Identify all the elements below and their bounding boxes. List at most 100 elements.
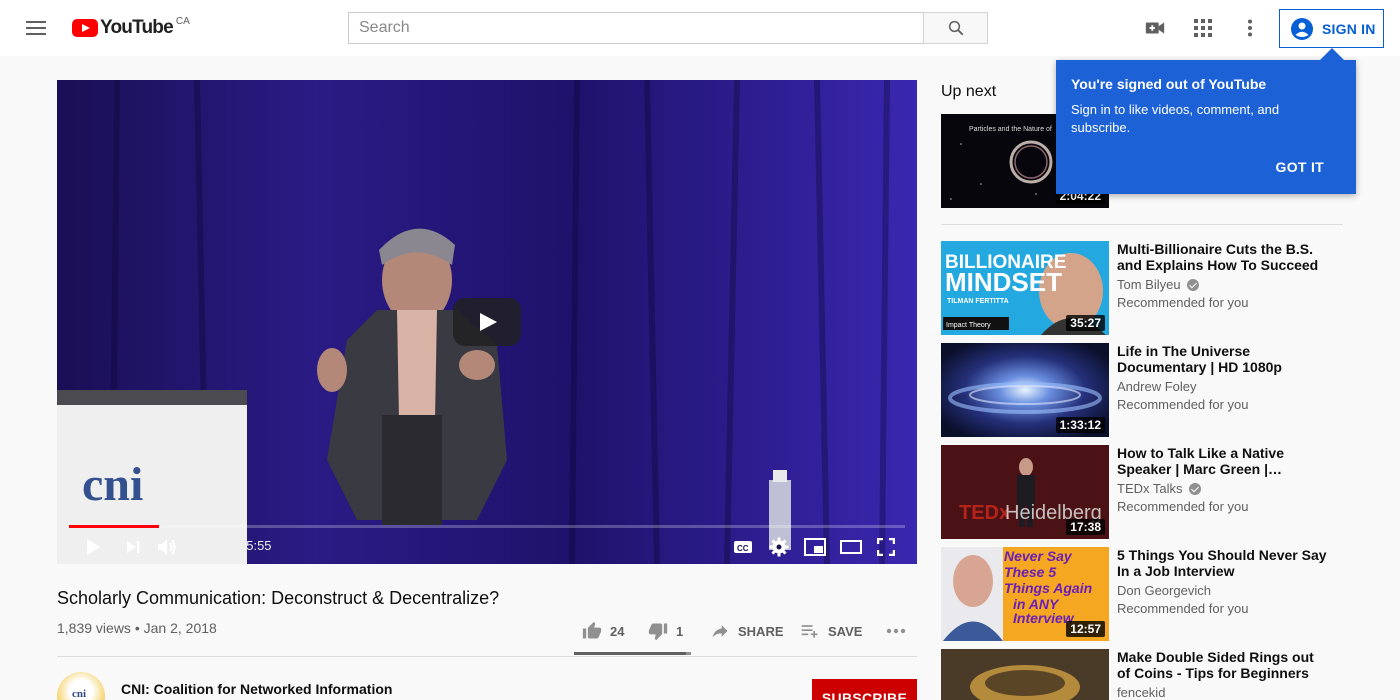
- rec-meta: Recommended for you: [1117, 601, 1249, 616]
- video-title: Scholarly Communication: Deconstruct & D…: [57, 588, 500, 608]
- rec-channel: TEDx Talks: [1117, 481, 1327, 496]
- subscribe-button[interactable]: SUBSCRIBE: [812, 679, 917, 700]
- recommended-item-3[interactable]: How to Talk Like a Native Speaker | Marc…: [1117, 445, 1327, 514]
- rec-channel: Tom Bilyeu: [1117, 277, 1327, 292]
- rec-meta: Recommended for you: [1117, 295, 1249, 310]
- captions-icon[interactable]: CC: [733, 536, 753, 558]
- thumbnail-rec-1[interactable]: BILLIONAIRE MINDSET TILMAN FERTITTA Impa…: [941, 241, 1109, 335]
- recommended-item-4[interactable]: 5 Things You Should Never Say In a Job I…: [1117, 547, 1327, 616]
- thumbnail-tedx: TEDx: [959, 502, 1010, 524]
- youtube-play-icon: [72, 19, 98, 37]
- sign-in-button[interactable]: SIGN IN: [1279, 9, 1384, 48]
- thumbnail-line-2: These 5: [1004, 564, 1056, 580]
- channel-avatar[interactable]: cni: [57, 672, 105, 700]
- masthead: YouTube CA SIGN IN: [0, 0, 1400, 56]
- video-duration: 17:38: [1066, 519, 1105, 535]
- info-divider: [57, 656, 917, 657]
- podium-logo-text: cni: [82, 458, 143, 511]
- search-box: [348, 12, 988, 44]
- video-player[interactable]: cni 8:19 / 1:15:55 CC: [57, 80, 917, 564]
- menu-icon[interactable]: [24, 18, 48, 38]
- rec-title: Multi-Billionaire Cuts the B.S. and Expl…: [1117, 241, 1319, 273]
- rec-channel-name: TEDx Talks: [1117, 481, 1183, 496]
- verified-check-icon: [1186, 278, 1199, 291]
- rec-channel: Andrew Foley: [1117, 379, 1327, 394]
- time-current: 8:19: [192, 538, 218, 553]
- thumbnail-rec-5[interactable]: [941, 649, 1109, 700]
- thumbnail-rec-3[interactable]: TEDx Heidelberg 17:38: [941, 445, 1109, 539]
- svg-text:CC: CC: [737, 544, 749, 553]
- fullscreen-icon[interactable]: [875, 536, 897, 558]
- play-button-overlay[interactable]: [453, 298, 521, 346]
- share-icon: [712, 625, 728, 638]
- rec-channel-name: fencekid: [1117, 685, 1166, 700]
- search-icon: [948, 20, 963, 36]
- dislike-button[interactable]: 1: [648, 614, 683, 648]
- rec-title: Make Double Sided Rings out of Coins - T…: [1117, 649, 1314, 681]
- rec-channel: fencekid: [1117, 685, 1327, 700]
- search-input[interactable]: [348, 12, 923, 44]
- sidebar-divider: [941, 224, 1343, 225]
- rec-meta: Recommended for you: [1117, 499, 1249, 514]
- settings-gear-icon[interactable]: [768, 536, 790, 558]
- avatar-text: cni: [72, 688, 87, 700]
- share-label: SHARE: [738, 623, 784, 639]
- add-to-playlist-icon: [801, 625, 818, 638]
- recommended-item-5[interactable]: Make Double Sided Rings out of Coins - T…: [1117, 649, 1327, 700]
- like-ratio-fill: [574, 652, 687, 655]
- got-it-button[interactable]: GOT IT: [1276, 159, 1324, 175]
- upload-date: Jan 2, 2018: [143, 620, 217, 636]
- video-duration: 1:33:12: [1055, 417, 1105, 433]
- theater-mode-icon[interactable]: [840, 536, 862, 558]
- search-button[interactable]: [923, 12, 988, 44]
- thumbnail-caption: Particles and the Nature of: [969, 126, 1052, 133]
- apps-grid-icon[interactable]: [1191, 16, 1215, 40]
- rec-title: How to Talk Like a Native Speaker | Marc…: [1117, 445, 1285, 477]
- rec-title: 5 Things You Should Never Say In a Job I…: [1117, 547, 1327, 579]
- create-video-icon[interactable]: [1143, 16, 1167, 40]
- channel-name[interactable]: CNI: Coalition for Networked Information: [121, 681, 392, 697]
- play-icon[interactable]: [83, 536, 103, 558]
- view-count: 1,839 views: [57, 620, 131, 636]
- rec-channel: Don Georgevich: [1117, 583, 1327, 598]
- view-count-and-date: 1,839 views • Jan 2, 2018: [57, 620, 217, 636]
- youtube-logo[interactable]: YouTube CA: [72, 16, 190, 40]
- thumbs-up-icon: [582, 621, 602, 639]
- verified-check-icon: [1188, 482, 1201, 495]
- thumbnail-subtitle: TILMAN FERTITTA: [947, 298, 1009, 305]
- more-actions-icon[interactable]: [886, 614, 906, 648]
- time-total: 1:15:55: [228, 538, 272, 553]
- thumbnail-rec-2[interactable]: 1:33:12: [941, 343, 1109, 437]
- share-button[interactable]: SHARE: [710, 614, 784, 648]
- miniplayer-icon[interactable]: [804, 536, 826, 558]
- rec-channel-name: Don Georgevich: [1117, 583, 1211, 598]
- time-separator: /: [217, 538, 229, 553]
- rec-title: Life in The Universe Documentary | HD 10…: [1117, 343, 1282, 375]
- video-duration: 35:27: [1066, 315, 1105, 331]
- volume-icon[interactable]: [157, 536, 179, 558]
- progress-bar[interactable]: [69, 525, 905, 528]
- dislike-count: 1: [676, 623, 684, 639]
- recommended-item-2[interactable]: Life in The Universe Documentary | HD 10…: [1117, 343, 1327, 412]
- rec-channel-name: Andrew Foley: [1117, 379, 1197, 394]
- progress-played: [69, 525, 160, 528]
- save-button[interactable]: SAVE: [800, 614, 862, 648]
- rec-meta: Recommended for you: [1117, 397, 1249, 412]
- thumbnail-line-3: Things Again: [1004, 580, 1092, 596]
- signed-out-tooltip: You're signed out of YouTube Sign in to …: [1056, 48, 1356, 194]
- logo-text: YouTube: [100, 17, 174, 38]
- more-vertical-icon[interactable]: [1238, 16, 1262, 40]
- next-icon[interactable]: [123, 536, 143, 558]
- separator-dot: •: [134, 620, 140, 636]
- like-button[interactable]: 24: [582, 614, 624, 648]
- recommended-item-1[interactable]: Multi-Billionaire Cuts the B.S. and Expl…: [1117, 241, 1327, 310]
- like-count: 24: [610, 623, 625, 639]
- region-code: CA: [175, 16, 190, 27]
- up-next-heading: Up next: [941, 83, 997, 100]
- thumbnail-rec-4[interactable]: Never Say These 5 Things Again in ANY In…: [941, 547, 1109, 641]
- time-display: 8:19 / 1:15:55: [192, 538, 272, 553]
- player-controls: 8:19 / 1:15:55 CC: [57, 530, 917, 564]
- like-dislike-bar: [574, 652, 691, 655]
- thumbnail-image: [941, 649, 1109, 700]
- rec-channel-name: Tom Bilyeu: [1117, 277, 1181, 292]
